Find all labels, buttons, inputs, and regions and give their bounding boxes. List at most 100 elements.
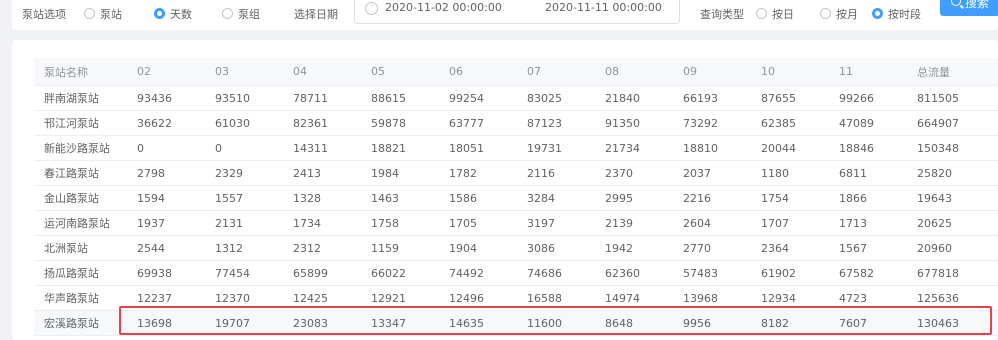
flow-cell: 59878 (361, 110, 439, 136)
flow-cell: 1984 (361, 160, 439, 186)
table-row[interactable]: 扬瓜路泵站 69938 77454 65899 66022 74492 74686 62360… (34, 260, 998, 286)
flow-cell: 2364 (751, 235, 829, 261)
table-row[interactable]: 胖南湖泵站 93436 93510 78711 88615 99254 83025 21840… (34, 85, 998, 111)
flow-cell: 1866 (829, 185, 907, 211)
flow-cell: 87655 (751, 85, 829, 111)
flow-cell: 8182 (751, 310, 829, 336)
flow-cell: 13347 (361, 310, 439, 336)
flow-cell: 78711 (283, 85, 361, 111)
flow-cell: 2995 (595, 185, 673, 211)
table-row[interactable]: 运河南路泵站 1937 2131 1734 1758 1705 3197 2139 2604 17… (34, 210, 998, 236)
clock-icon (365, 2, 378, 15)
radio-by-period-label: 按时段 (888, 8, 921, 21)
flow-cell: 47089 (829, 110, 907, 136)
total-cell: 811505 (907, 85, 998, 111)
station-name-cell: 金山路泵站 (34, 185, 127, 211)
flow-cell: 2798 (127, 160, 205, 186)
flow-cell: 61902 (751, 260, 829, 286)
table-row[interactable]: 新能沙路泵站 0 0 14311 18821 18051 19731 21734 18810 20… (34, 135, 998, 161)
flow-cell: 6811 (829, 160, 907, 186)
total-cell: 20625 (907, 210, 998, 236)
flow-cell: 12425 (283, 285, 361, 311)
radio-by-period[interactable] (872, 8, 883, 19)
radio-days[interactable] (154, 8, 165, 19)
flow-cell: 4723 (829, 285, 907, 311)
search-button[interactable]: 搜索 (940, 0, 998, 16)
flow-cell: 99254 (439, 85, 517, 111)
table-row[interactable]: 宏溪路泵站 13698 19707 23083 13347 14635 11600 8648 9… (34, 310, 998, 336)
radio-group[interactable] (222, 8, 233, 19)
column-header-day: 10 (751, 58, 829, 86)
flow-cell: 1707 (751, 210, 829, 236)
column-header-day: 05 (361, 58, 439, 86)
flow-cell: 1463 (361, 185, 439, 211)
flow-cell: 1180 (751, 160, 829, 186)
flow-cell: 12370 (205, 285, 283, 311)
flow-cell: 74492 (439, 260, 517, 286)
station-name-cell: 华声路泵站 (34, 285, 127, 311)
flow-cell: 62385 (751, 110, 829, 136)
flow-cell: 1942 (595, 235, 673, 261)
total-cell: 677818 (907, 260, 998, 286)
flow-cell: 2312 (283, 235, 361, 261)
filter-bar: 泵站选项 泵站 天数 泵组 选择日期 2020-11-02 00:00:00 2… (12, 0, 998, 30)
flow-cell: 21840 (595, 85, 673, 111)
flow-cell: 74686 (517, 260, 595, 286)
flow-cell: 14311 (283, 135, 361, 161)
flow-cell: 0 (205, 135, 283, 161)
flow-cell: 1937 (127, 210, 205, 236)
flow-cell: 2329 (205, 160, 283, 186)
flow-cell: 2216 (673, 185, 751, 211)
flow-cell: 66022 (361, 260, 439, 286)
flow-cell: 18810 (673, 135, 751, 161)
flow-cell: 2604 (673, 210, 751, 236)
flow-cell: 20044 (751, 135, 829, 161)
flow-cell: 13698 (127, 310, 205, 336)
flow-cell: 12934 (751, 285, 829, 311)
column-header-station: 泵站名称 (34, 58, 127, 86)
flow-cell: 3284 (517, 185, 595, 211)
column-header-day: 03 (205, 58, 283, 86)
column-header-day: 11 (829, 58, 907, 86)
flow-cell: 36622 (127, 110, 205, 136)
flow-cell: 73292 (673, 110, 751, 136)
table-row[interactable]: 华声路泵站 12237 12370 12425 12921 12496 16588 14974… (34, 285, 998, 311)
flow-cell: 18846 (829, 135, 907, 161)
flow-cell: 9956 (673, 310, 751, 336)
flow-cell: 93436 (127, 85, 205, 111)
flow-cell: 1159 (361, 235, 439, 261)
flow-cell: 1758 (361, 210, 439, 236)
total-cell: 125636 (907, 285, 998, 311)
column-header-day: 02 (127, 58, 205, 86)
radio-days-label: 天数 (170, 8, 192, 21)
flow-cell: 7607 (829, 310, 907, 336)
table-row[interactable]: 邗江河泵站 36622 61030 82361 59878 63777 87123 91350… (34, 110, 998, 136)
flow-cell: 23083 (283, 310, 361, 336)
flow-cell: 19707 (205, 310, 283, 336)
radio-pump[interactable] (84, 8, 95, 19)
column-header-day: 06 (439, 58, 517, 86)
flow-cell: 91350 (595, 110, 673, 136)
date-end: 2020-11-11 00:00:00 (545, 1, 662, 14)
flow-cell: 62360 (595, 260, 673, 286)
date-range-picker[interactable]: 2020-11-02 00:00:00 2020-11-11 00:00:00 (354, 0, 680, 24)
table-row[interactable]: 春江路泵站 2798 2329 2413 1984 1782 2116 2370 2037 118… (34, 160, 998, 186)
radio-by-day[interactable] (756, 8, 767, 19)
radio-by-month[interactable] (820, 8, 831, 19)
flow-cell: 1782 (439, 160, 517, 186)
flow-cell: 1713 (829, 210, 907, 236)
radio-by-month-label: 按月 (836, 8, 858, 21)
table-row[interactable]: 北洲泵站 2544 1312 2312 1159 1904 3086 1942 2770 2364… (34, 235, 998, 261)
flow-cell: 69938 (127, 260, 205, 286)
table-row[interactable]: 金山路泵站 1594 1557 1328 1463 1586 3284 2995 2216 175… (34, 185, 998, 211)
flow-cell: 88615 (361, 85, 439, 111)
flow-cell: 14635 (439, 310, 517, 336)
column-header-day: 04 (283, 58, 361, 86)
flow-cell: 14974 (595, 285, 673, 311)
pump-flow-table: 泵站名称 02 03 04 05 06 07 08 09 10 11 总流量 胖南湖泵站 93436 93… (34, 58, 998, 336)
column-header-day: 09 (673, 58, 751, 86)
flow-cell: 57483 (673, 260, 751, 286)
flow-cell: 83025 (517, 85, 595, 111)
flow-cell: 2544 (127, 235, 205, 261)
flow-cell: 16588 (517, 285, 595, 311)
